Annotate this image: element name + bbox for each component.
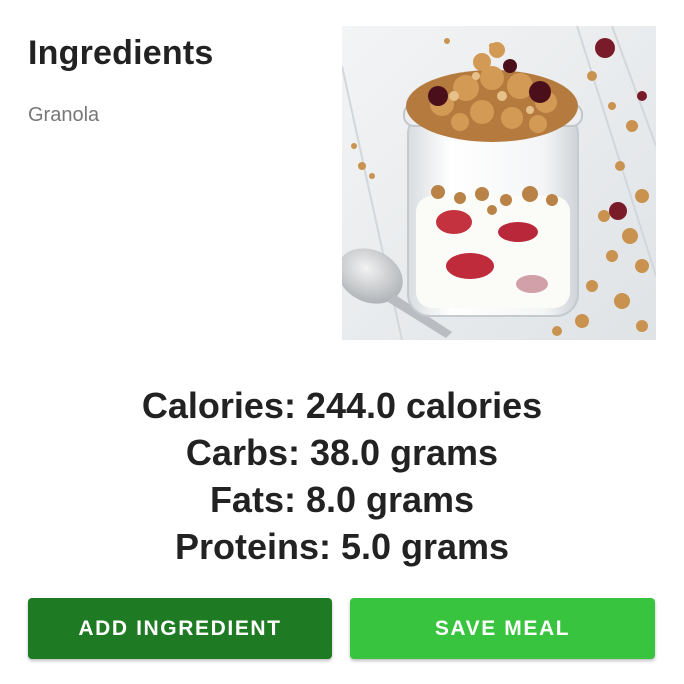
ingredient-photo: [342, 26, 656, 340]
save-meal-button[interactable]: SAVE MEAL: [350, 598, 655, 659]
carbs-text: Carbs: 38.0 grams: [185, 432, 499, 473]
save-meal-label: SAVE MEAL: [434, 616, 571, 640]
fats-text: Fats: 8.0 grams: [209, 479, 475, 520]
add-ingredient-label: ADD INGREDIENT: [78, 616, 282, 640]
ingredient-screen: Ingredients Granola Calories: 244.0 calo…: [0, 0, 684, 684]
add-ingredient-button[interactable]: ADD INGREDIENT: [28, 598, 332, 659]
calories-text: Calories: 244.0 calories: [141, 385, 543, 426]
ingredient-name: Granola: [28, 104, 100, 126]
proteins-text: Proteins: 5.0 grams: [174, 526, 510, 567]
nutrition-summary: Calories: 244.0 calories Carbs: 38.0 gra…: [0, 382, 684, 570]
granola-parfait-image: [342, 26, 656, 340]
page-title: Ingredients: [28, 34, 214, 72]
